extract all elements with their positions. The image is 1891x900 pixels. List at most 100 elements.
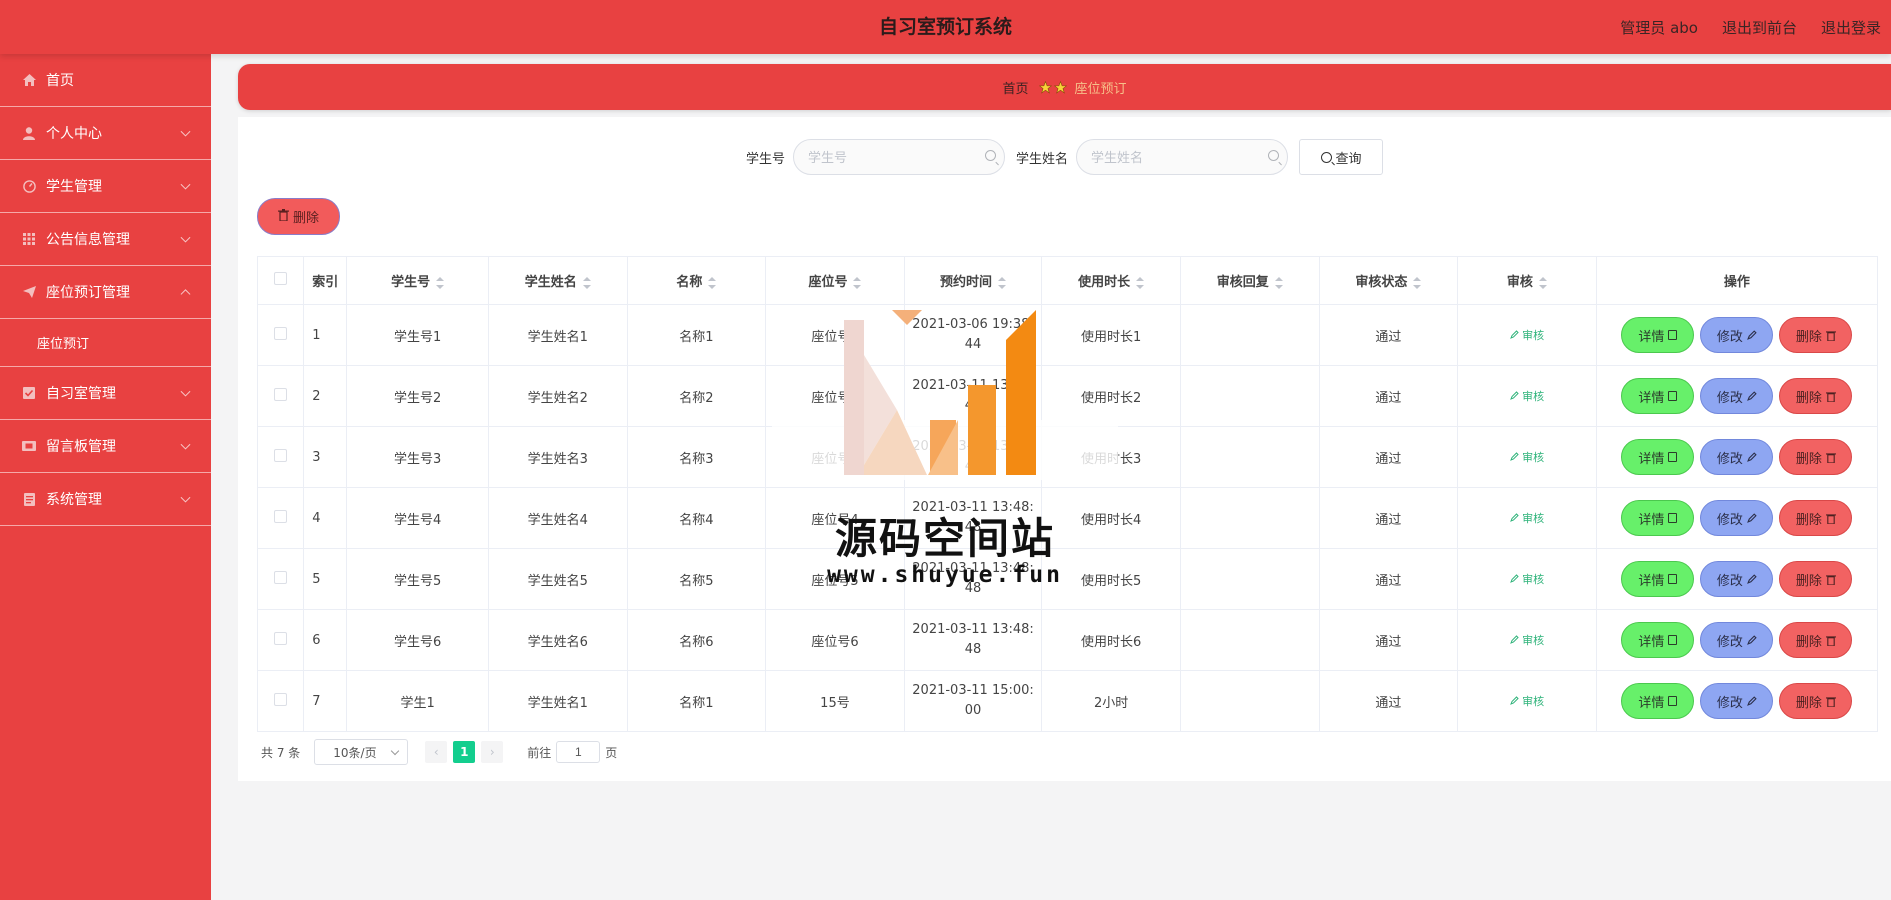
time-line-2: 44 bbox=[964, 337, 982, 352]
sort-icon[interactable] bbox=[998, 276, 1007, 289]
document-icon bbox=[1668, 513, 1678, 523]
sort-icon[interactable] bbox=[1538, 276, 1547, 289]
sort-icon[interactable] bbox=[1274, 276, 1283, 289]
sort-icon[interactable] bbox=[708, 276, 717, 289]
column-header[interactable]: 审核状态 bbox=[1318, 256, 1459, 305]
edit-icon bbox=[1509, 635, 1519, 644]
chevron-down-icon bbox=[180, 439, 191, 450]
sidebar-item-study-room-management[interactable]: 自习室管理 bbox=[0, 367, 211, 420]
row-checkbox[interactable] bbox=[256, 609, 305, 671]
table-row: 3 学生号3 学生姓名3 名称3 座位号3 2021-03-11 13:48: 48 使用时长… bbox=[256, 426, 1879, 488]
delete-button[interactable]: 删除 bbox=[1779, 561, 1853, 597]
row-checkbox[interactable] bbox=[256, 365, 305, 427]
edit-icon bbox=[1746, 696, 1757, 706]
delete-button[interactable]: 删除 bbox=[1779, 500, 1853, 536]
delete-button[interactable]: 删除 bbox=[1779, 317, 1853, 353]
row-checkbox[interactable] bbox=[256, 304, 305, 366]
edit-button[interactable]: 修改 bbox=[1700, 500, 1774, 536]
sidebar-item-home[interactable]: 首页 bbox=[0, 54, 211, 107]
column-header[interactable]: 座位号 bbox=[765, 256, 905, 305]
sort-icon[interactable] bbox=[582, 276, 591, 289]
goto-prefix: 前往 bbox=[527, 745, 552, 760]
sidebar-item-seat-booking-management[interactable]: 座位预订管理 bbox=[0, 266, 211, 319]
row-checkbox[interactable] bbox=[256, 426, 305, 488]
column-header[interactable]: 审核 bbox=[1457, 256, 1597, 305]
goto-page-input[interactable] bbox=[556, 741, 601, 763]
cell-audit: 审核 bbox=[1457, 670, 1597, 732]
sidebar-item-seat-booking[interactable]: 座位预订 bbox=[0, 319, 211, 367]
next-page-button[interactable]: › bbox=[481, 741, 504, 763]
row-checkbox[interactable] bbox=[256, 548, 305, 610]
prev-page-button[interactable]: ‹ bbox=[425, 741, 448, 763]
logout-link[interactable]: 退出登录 bbox=[1821, 17, 1881, 38]
audit-link[interactable]: 审核 bbox=[1509, 451, 1544, 464]
delete-button[interactable]: 删除 bbox=[1779, 378, 1853, 414]
sort-icon[interactable] bbox=[1413, 276, 1422, 289]
detail-button[interactable]: 详情 bbox=[1621, 500, 1695, 536]
edit-button[interactable]: 修改 bbox=[1700, 317, 1774, 353]
sidebar-item-message-board-management[interactable]: 留言板管理 bbox=[0, 420, 211, 473]
cell-student-name: 学生姓名6 bbox=[487, 609, 628, 671]
detail-button[interactable]: 详情 bbox=[1621, 622, 1695, 658]
audit-link[interactable]: 审核 bbox=[1509, 573, 1544, 586]
time-line-1: 2021-03-11 13:48: bbox=[912, 622, 1034, 637]
table-row: 2 学生号2 学生姓名2 名称2 座位号2 2021-03-11 13:48: 48 使用时长… bbox=[256, 365, 1879, 427]
column-header[interactable]: 名称 bbox=[626, 256, 767, 305]
edit-icon bbox=[1746, 635, 1757, 645]
query-button[interactable]: 查询 bbox=[1299, 139, 1384, 175]
sidebar-item-label: 座位预订管理 bbox=[46, 285, 130, 301]
sidebar-item-system-management[interactable]: 系统管理 bbox=[0, 473, 211, 526]
document-icon bbox=[1668, 574, 1678, 584]
audit-link[interactable]: 审核 bbox=[1509, 634, 1544, 647]
document-icon bbox=[1668, 391, 1678, 401]
page-number-button[interactable]: 1 bbox=[453, 741, 476, 763]
exit-to-front-link[interactable]: 退出到前台 bbox=[1722, 17, 1797, 38]
column-header[interactable]: 学生姓名 bbox=[487, 256, 628, 305]
audit-link[interactable]: 审核 bbox=[1509, 512, 1544, 525]
sidebar-item-personal-center[interactable]: 个人中心 bbox=[0, 107, 211, 160]
sort-icon[interactable] bbox=[853, 276, 862, 289]
page-size-select[interactable]: 10条/页 bbox=[314, 739, 409, 765]
student-name-input[interactable] bbox=[1076, 139, 1289, 175]
audit-link[interactable]: 审核 bbox=[1509, 695, 1544, 708]
audit-link[interactable]: 审核 bbox=[1509, 329, 1544, 342]
edit-icon bbox=[1746, 452, 1757, 462]
grid-icon bbox=[22, 232, 36, 246]
column-header[interactable]: 学生号 bbox=[346, 256, 489, 305]
chevron-down-icon bbox=[180, 232, 191, 243]
detail-button[interactable]: 详情 bbox=[1621, 378, 1695, 414]
cell-booking-time: 2021-03-11 13:48: 48 bbox=[903, 609, 1043, 671]
cell-duration: 使用时长5 bbox=[1041, 548, 1181, 610]
detail-button[interactable]: 详情 bbox=[1621, 683, 1695, 719]
delete-button[interactable]: 删除 bbox=[1779, 683, 1853, 719]
column-header[interactable]: 使用时长 bbox=[1041, 256, 1181, 305]
sidebar: 首页 个人中心 学生管理 公告信息管理 座位预订管理 座位预订 自习室管理 留言… bbox=[0, 54, 211, 900]
search-icon bbox=[1268, 150, 1280, 161]
sort-icon[interactable] bbox=[436, 276, 445, 289]
sort-icon[interactable] bbox=[1136, 276, 1145, 289]
cell-audit: 审核 bbox=[1457, 548, 1597, 610]
detail-button[interactable]: 详情 bbox=[1621, 317, 1695, 353]
detail-button[interactable]: 详情 bbox=[1621, 439, 1695, 475]
edit-button[interactable]: 修改 bbox=[1700, 378, 1774, 414]
home-icon bbox=[22, 73, 36, 87]
audit-link[interactable]: 审核 bbox=[1509, 390, 1544, 403]
edit-button[interactable]: 修改 bbox=[1700, 561, 1774, 597]
detail-button[interactable]: 详情 bbox=[1621, 561, 1695, 597]
sidebar-item-notice-management[interactable]: 公告信息管理 bbox=[0, 213, 211, 266]
delete-button[interactable]: 删除 bbox=[1779, 622, 1853, 658]
delete-button[interactable]: 删除 bbox=[1779, 439, 1853, 475]
edit-button[interactable]: 修改 bbox=[1700, 622, 1774, 658]
select-all-checkbox[interactable] bbox=[256, 256, 305, 305]
column-header[interactable]: 预约时间 bbox=[903, 256, 1043, 305]
edit-button[interactable]: 修改 bbox=[1700, 683, 1774, 719]
edit-button[interactable]: 修改 bbox=[1700, 439, 1774, 475]
time-line-1: 2021-03-11 15:00: bbox=[912, 683, 1034, 698]
bulk-delete-button[interactable]: 删除 bbox=[257, 198, 340, 235]
row-checkbox[interactable] bbox=[256, 487, 305, 549]
row-checkbox[interactable] bbox=[256, 670, 305, 732]
sidebar-item-student-management[interactable]: 学生管理 bbox=[0, 160, 211, 213]
breadcrumb-home[interactable]: 首页 bbox=[1002, 78, 1028, 97]
column-header[interactable]: 审核回复 bbox=[1179, 256, 1320, 305]
student-no-input[interactable] bbox=[793, 139, 1005, 175]
